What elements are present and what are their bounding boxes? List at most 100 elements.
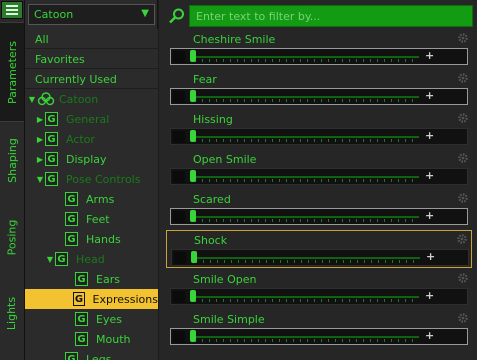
tab-lights[interactable]: Lights: [0, 288, 24, 338]
tree-item-label: Actor: [66, 132, 95, 146]
tab-parameters[interactable]: Parameters: [0, 22, 24, 122]
preset-dropdown[interactable]: Catoon ▼: [28, 4, 155, 25]
parameter-row[interactable]: Hissing − +: [166, 110, 472, 148]
plus-icon[interactable]: +: [425, 129, 434, 142]
expand-right-icon[interactable]: ▶: [35, 115, 45, 124]
slider-handle[interactable]: [190, 90, 196, 102]
parameter-row[interactable]: Scared − +: [166, 190, 472, 228]
filter-input[interactable]: [189, 5, 473, 27]
slider-handle[interactable]: [191, 251, 197, 263]
tree-item-label: Eyes: [96, 312, 122, 326]
filter-currently-used[interactable]: Currently Used: [25, 69, 158, 89]
parameter-slider[interactable]: − +: [171, 249, 469, 266]
parameter-name: Cheshire Smile: [193, 33, 276, 46]
slider-track[interactable]: [195, 296, 419, 298]
plus-icon[interactable]: +: [425, 89, 434, 102]
tree-item-label: Pose Controls: [66, 172, 141, 186]
gear-icon[interactable]: [457, 152, 469, 164]
plus-icon[interactable]: +: [425, 329, 434, 342]
tree-item-label: Head: [76, 252, 105, 266]
slider-track[interactable]: [195, 176, 419, 178]
tree-item[interactable]: ▼ G Head: [25, 249, 158, 269]
tree-item[interactable]: ▶ G General: [25, 109, 158, 129]
tree-item[interactable]: ▶ G Actor: [25, 129, 158, 149]
preset-value: Catoon: [34, 8, 74, 21]
expand-down-icon[interactable]: ▼: [27, 95, 37, 104]
filter-favorites[interactable]: Favorites: [25, 49, 158, 69]
plus-icon[interactable]: +: [425, 169, 434, 182]
tree-item[interactable]: G Eyes: [25, 309, 158, 329]
parameter-slider[interactable]: − +: [170, 168, 468, 185]
tree-item[interactable]: G Feet: [25, 209, 158, 229]
menu-icon[interactable]: [1, 1, 23, 19]
parameter-slider[interactable]: − +: [170, 88, 468, 105]
tree-item[interactable]: G Hands: [25, 229, 158, 249]
filter-all[interactable]: All: [25, 29, 158, 49]
slider-ticks: [195, 299, 419, 302]
parameter-row[interactable]: Smile Simple − +: [166, 310, 472, 348]
gear-icon[interactable]: [457, 112, 469, 124]
parameter-row[interactable]: Cheshire Smile − +: [166, 30, 472, 68]
tree-item[interactable]: G Legs: [25, 349, 158, 360]
slider-track[interactable]: [195, 96, 419, 98]
plus-icon[interactable]: +: [425, 289, 434, 302]
parameter-row[interactable]: Shock − +: [166, 230, 472, 268]
slider-handle[interactable]: [190, 170, 196, 182]
tree-item-label: Feet: [86, 212, 110, 226]
tree-item[interactable]: ▼ Catoon: [25, 89, 158, 109]
parameter-slider[interactable]: − +: [170, 328, 468, 345]
group-icon: G: [45, 152, 58, 166]
tree-item[interactable]: ▼ G Pose Controls: [25, 169, 158, 189]
expand-down-icon[interactable]: ▼: [45, 255, 55, 264]
plus-icon[interactable]: +: [425, 209, 434, 222]
slider-handle[interactable]: [190, 50, 196, 62]
slider-handle[interactable]: [190, 330, 196, 342]
plus-icon[interactable]: +: [426, 250, 435, 263]
parameter-name: Scared: [193, 193, 231, 206]
chevron-down-icon: ▼: [141, 8, 149, 19]
expand-right-icon[interactable]: ▶: [35, 155, 45, 164]
plus-icon[interactable]: +: [425, 49, 434, 62]
tree-item[interactable]: ▶ G Display: [25, 149, 158, 169]
group-icon: G: [55, 252, 68, 266]
tree-item[interactable]: G Ears: [25, 269, 158, 289]
tree-item[interactable]: G Mouth: [25, 329, 158, 349]
tree-item[interactable]: G Arms: [25, 189, 158, 209]
slider-track[interactable]: [195, 336, 419, 338]
tree-item-label: Catoon: [59, 92, 99, 106]
expand-down-icon[interactable]: ▼: [35, 175, 45, 184]
slider-track[interactable]: [195, 216, 419, 218]
parameter-row[interactable]: Smile Open − +: [166, 270, 472, 308]
parameter-row[interactable]: Fear − +: [166, 70, 472, 108]
tab-label: Shaping: [5, 137, 19, 183]
slider-track[interactable]: [195, 56, 419, 58]
parameter-slider[interactable]: − +: [170, 48, 468, 65]
slider-handle[interactable]: [190, 130, 196, 142]
gear-icon[interactable]: [457, 192, 469, 204]
slider-track[interactable]: [196, 257, 420, 259]
parameter-slider[interactable]: − +: [170, 288, 468, 305]
group-icon: G: [75, 312, 88, 326]
expand-right-icon[interactable]: ▶: [35, 135, 45, 144]
parameter-row[interactable]: Open Smile − +: [166, 150, 472, 188]
parameter-panel: Cheshire Smile−+Fear−+Hissing−+Open Smil…: [159, 0, 477, 360]
gear-icon[interactable]: [457, 72, 469, 84]
gear-icon[interactable]: [456, 233, 468, 245]
gear-icon[interactable]: [457, 312, 469, 324]
tree-item-label: Arms: [86, 192, 115, 206]
tab-shaping[interactable]: Shaping: [0, 130, 24, 190]
slider-handle[interactable]: [190, 210, 196, 222]
gear-icon[interactable]: [457, 272, 469, 284]
gear-icon[interactable]: [457, 32, 469, 44]
tree-item[interactable]: G Expressions: [25, 289, 158, 309]
tab-label: Posing: [5, 219, 19, 255]
parameter-name: Hissing: [193, 113, 233, 126]
tab-posing[interactable]: Posing: [0, 212, 24, 262]
tree-item-label: Display: [66, 152, 107, 166]
slider-handle[interactable]: [190, 290, 196, 302]
parameter-slider[interactable]: − +: [170, 208, 468, 225]
parameter-name: Shock: [194, 234, 228, 247]
filter-search-icon[interactable]: [165, 5, 189, 27]
slider-track[interactable]: [195, 136, 419, 138]
parameter-slider[interactable]: − +: [170, 128, 468, 145]
